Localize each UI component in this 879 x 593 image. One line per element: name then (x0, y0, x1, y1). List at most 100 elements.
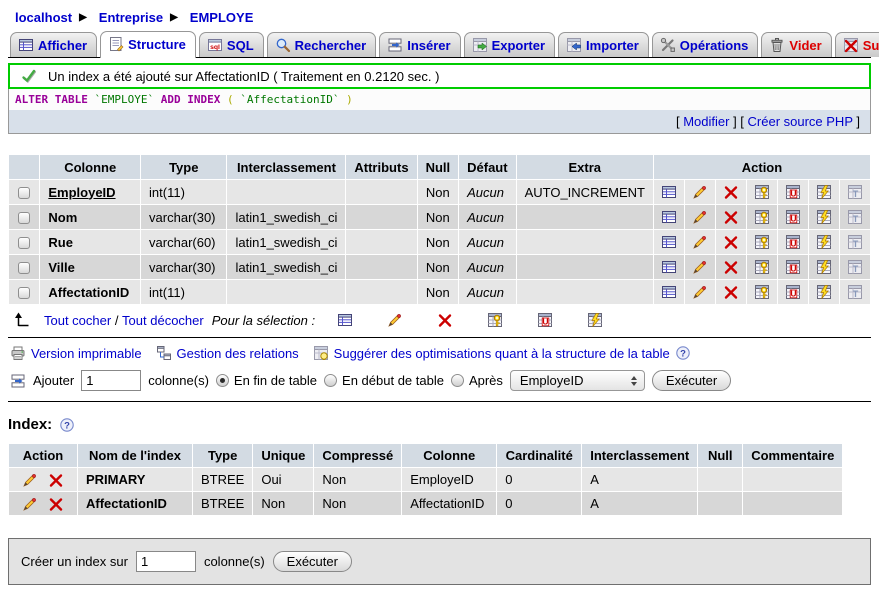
radio-selected[interactable] (216, 374, 229, 387)
create-php-source-link[interactable]: Créer source PHP (748, 114, 853, 129)
row-checkbox[interactable] (18, 237, 30, 249)
radio-unselected[interactable] (324, 374, 337, 387)
index-column-header: Commentaire (743, 444, 842, 467)
import-tab-icon (566, 37, 582, 53)
fulltext-icon[interactable]: T (847, 284, 863, 300)
browse-icon[interactable] (661, 184, 677, 200)
index-table: ActionNom de l'indexTypeUniqueCompresséC… (8, 443, 843, 516)
after-column-select[interactable]: EmployeID (510, 370, 645, 391)
add-column-count-input[interactable] (81, 370, 141, 391)
unique-icon[interactable]: U (537, 312, 553, 328)
primary-icon[interactable] (754, 259, 770, 275)
change-icon[interactable] (692, 209, 708, 225)
utility-link[interactable]: Gestion des relations (177, 346, 299, 361)
change-icon[interactable] (387, 312, 403, 328)
change-icon[interactable] (692, 234, 708, 250)
tab-supprimer[interactable]: Supprimer (835, 32, 879, 57)
tab-rechercher[interactable]: Rechercher (267, 32, 377, 57)
tab-ins-rer[interactable]: Insérer (379, 32, 460, 57)
change-action-cell (685, 230, 715, 254)
drop-icon[interactable] (723, 284, 739, 300)
index-icon[interactable] (816, 184, 832, 200)
check-all-link[interactable]: Tout cocher (44, 313, 111, 328)
change-icon[interactable] (22, 496, 38, 512)
drop-icon[interactable] (723, 209, 739, 225)
browse-icon[interactable] (661, 259, 677, 275)
fulltext-icon[interactable]: T (847, 234, 863, 250)
utility-link[interactable]: Suggérer des optimisations quant à la st… (334, 346, 670, 361)
index-cardinality: 0 (497, 468, 581, 491)
fulltext-icon[interactable]: T (847, 209, 863, 225)
row-checkbox[interactable] (18, 287, 30, 299)
tab-op-rations[interactable]: Opérations (652, 32, 759, 57)
column-null: Non (418, 255, 459, 279)
help-icon[interactable]: ? (675, 345, 691, 361)
change-icon[interactable] (692, 284, 708, 300)
drop-icon[interactable] (437, 312, 453, 328)
browse-icon[interactable] (661, 209, 677, 225)
primary-icon[interactable] (754, 234, 770, 250)
index-icon[interactable] (587, 312, 603, 328)
drop-icon[interactable] (723, 184, 739, 200)
tab-structure[interactable]: Structure (100, 31, 196, 58)
uncheck-all-link[interactable]: Tout décocher (122, 313, 204, 328)
primary-icon[interactable] (754, 184, 770, 200)
row-checkbox[interactable] (18, 262, 30, 274)
browse-icon[interactable] (661, 284, 677, 300)
create-index-execute-button[interactable]: Exécuter (273, 551, 352, 572)
browse-icon[interactable] (337, 312, 353, 328)
index-column: EmployeID (402, 468, 496, 491)
create-index-count-input[interactable] (136, 551, 196, 572)
index-icon[interactable] (816, 259, 832, 275)
tab-exporter[interactable]: Exporter (464, 32, 555, 57)
column-collation: latin1_swedish_ci (227, 230, 345, 254)
unique-icon[interactable]: U (785, 209, 801, 225)
fulltext-icon[interactable]: T (847, 259, 863, 275)
drop-action-cell (716, 230, 746, 254)
browse-tab-icon (18, 37, 34, 53)
breadcrumb-link[interactable]: EMPLOYE (190, 10, 254, 25)
tab-vider[interactable]: Vider (761, 32, 831, 57)
row-checkbox[interactable] (18, 212, 30, 224)
utility-link-item: Version imprimable (10, 345, 142, 361)
tab-sql[interactable]: sqlSQL (199, 32, 264, 57)
drop-icon[interactable] (48, 472, 64, 488)
change-icon[interactable] (22, 472, 38, 488)
primary-icon[interactable] (487, 312, 503, 328)
index-cardinality: 0 (497, 492, 581, 515)
fulltext-icon[interactable]: T (847, 184, 863, 200)
utility-link[interactable]: Version imprimable (31, 346, 142, 361)
unique-icon[interactable]: U (785, 234, 801, 250)
column-type: varchar(60) (141, 230, 226, 254)
unique-icon[interactable]: U (785, 184, 801, 200)
tab-afficher[interactable]: Afficher (10, 32, 97, 57)
svg-text:T: T (853, 214, 859, 224)
help-icon[interactable]: ? (59, 417, 75, 433)
radio-unselected[interactable] (451, 374, 464, 387)
tab-importer[interactable]: Importer (558, 32, 649, 57)
index-icon[interactable] (816, 209, 832, 225)
unique-icon[interactable]: U (785, 284, 801, 300)
index-icon[interactable] (816, 234, 832, 250)
primary-icon[interactable] (754, 209, 770, 225)
primary-icon[interactable] (754, 284, 770, 300)
table-row-Rue: Ruevarchar(60)latin1_swedish_ciNonAucunU… (9, 230, 870, 254)
unique-icon[interactable]: U (785, 259, 801, 275)
breadcrumb-link[interactable]: Entreprise (99, 10, 163, 25)
checkbox-cell (9, 205, 39, 229)
sql-footer: [ Modifier ] [ Créer source PHP ] (9, 110, 870, 133)
index-icon[interactable] (816, 284, 832, 300)
add-column-execute-button[interactable]: Exécuter (652, 370, 731, 391)
drop-icon[interactable] (723, 234, 739, 250)
insert-icon (10, 373, 26, 389)
insert-tab-icon (387, 37, 403, 53)
drop-icon[interactable] (48, 496, 64, 512)
change-icon[interactable] (692, 259, 708, 275)
row-checkbox[interactable] (18, 187, 30, 199)
change-icon[interactable] (692, 184, 708, 200)
browse-icon[interactable] (661, 234, 677, 250)
drop-icon[interactable] (723, 259, 739, 275)
breadcrumb-link[interactable]: localhost (15, 10, 72, 25)
index-null (698, 492, 742, 515)
modify-sql-link[interactable]: Modifier (683, 114, 729, 129)
